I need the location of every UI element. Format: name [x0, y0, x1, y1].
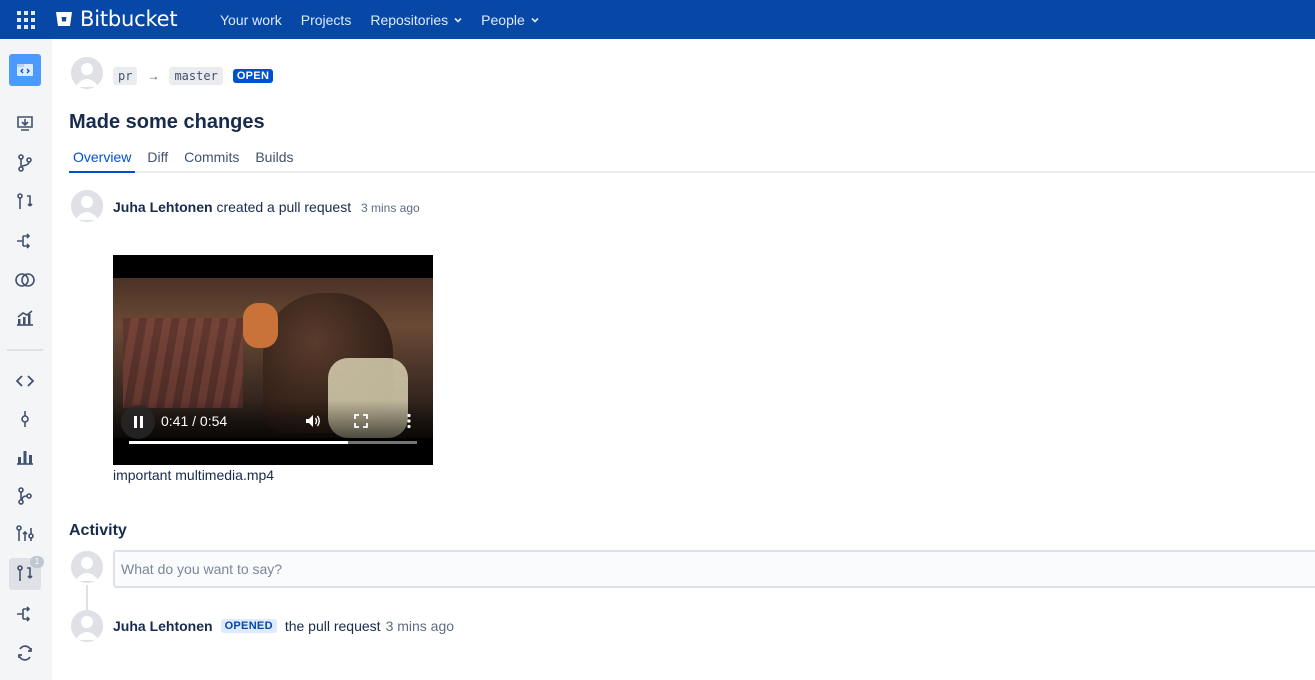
default-avatar-icon	[71, 610, 103, 642]
sidebar-item-commits[interactable]	[9, 403, 41, 435]
sidebar-item-pipelines-secondary[interactable]	[9, 598, 41, 630]
opened-badge: OPENED	[220, 619, 277, 633]
pause-button[interactable]	[121, 405, 155, 439]
chevron-down-icon	[531, 17, 539, 23]
pr-state-badge: OPEN	[232, 69, 274, 83]
clone-icon	[17, 116, 33, 131]
sidebar-item-branches[interactable]	[9, 147, 41, 179]
author-avatar[interactable]	[71, 57, 103, 89]
branch-row: pr → master OPEN	[113, 67, 274, 85]
commits-icon	[21, 411, 29, 427]
brand-logo-link[interactable]: Bitbucket	[55, 7, 178, 31]
opener-avatar[interactable]	[71, 610, 103, 642]
volume-icon[interactable]	[304, 412, 322, 430]
forks-icon	[16, 525, 34, 541]
app-switcher-icon[interactable]	[17, 11, 35, 29]
bitbucket-logo-icon	[56, 12, 72, 26]
opener-name[interactable]: Juha Lehtonen	[113, 618, 213, 634]
target-branch[interactable]: master	[169, 67, 223, 85]
source-branch[interactable]: pr	[113, 67, 138, 85]
attachment-filename[interactable]: important multimedia.mp4	[113, 467, 274, 483]
nav-your-work-label: Your work	[220, 11, 282, 28]
compare-icon	[15, 273, 35, 287]
brand-name: Bitbucket	[80, 7, 178, 31]
current-user-avatar	[71, 551, 103, 583]
comment-input[interactable]	[113, 550, 1315, 588]
sidebar-divider	[7, 349, 43, 351]
created-time: 3 mins ago	[360, 201, 420, 215]
repository-icon	[17, 64, 33, 76]
created-event: Juha Lehtonen created a pull request 3 m…	[113, 199, 420, 215]
sidebar-item-pull-requests-active[interactable]: 1	[9, 556, 44, 590]
sidebar-item-insights[interactable]	[9, 302, 41, 334]
sync-icon	[18, 645, 32, 661]
source-icon	[15, 375, 35, 387]
primary-nav: Your work Projects Repositories People	[220, 0, 558, 39]
nav-people-label: People	[481, 11, 525, 28]
sidebar-item-source[interactable]	[9, 365, 41, 397]
pr-tabs: Overview Diff Commits Builds	[69, 149, 1315, 173]
pipelines-secondary-icon	[17, 606, 31, 622]
activity-thread-line	[86, 585, 88, 611]
nav-projects-label: Projects	[300, 11, 352, 28]
tab-diff[interactable]: Diff	[143, 149, 172, 171]
branches-secondary-icon	[18, 487, 32, 505]
sidebar-item-pull-requests[interactable]	[9, 186, 41, 218]
sidebar-item-branches-secondary[interactable]	[9, 480, 41, 512]
nav-people[interactable]: People	[481, 12, 539, 28]
nav-repositories[interactable]: Repositories	[370, 12, 462, 28]
video-progress-fill	[129, 441, 348, 444]
video-time: 0:41 / 0:54	[161, 413, 228, 429]
tab-builds[interactable]: Builds	[251, 149, 297, 171]
video-controls: 0:41 / 0:54	[113, 400, 433, 465]
creator-name[interactable]: Juha Lehtonen	[113, 199, 213, 215]
repository-avatar[interactable]	[9, 54, 41, 86]
sidebar-item-forks[interactable]	[9, 518, 41, 550]
chevron-down-icon	[454, 17, 462, 23]
tab-overview[interactable]: Overview	[69, 149, 136, 173]
activity-heading: Activity	[69, 522, 127, 539]
sidebar: 1	[0, 39, 52, 680]
main-content: pr → master OPEN Made some changes Overv…	[52, 39, 1315, 680]
sidebar-item-clone[interactable]	[9, 108, 41, 140]
sidebar-item-sync[interactable]	[9, 637, 41, 669]
tab-commits[interactable]: Commits	[180, 149, 243, 171]
default-avatar-icon	[71, 551, 103, 583]
creator-avatar[interactable]	[71, 190, 103, 222]
created-action: created a pull request	[216, 199, 352, 215]
branches-icon	[18, 154, 32, 172]
sidebar-item-compare[interactable]	[9, 264, 41, 296]
more-options-icon[interactable]	[400, 412, 418, 430]
video-progress-bar[interactable]	[129, 441, 417, 444]
opened-event: Juha Lehtonen OPENED the pull request 3 …	[113, 618, 454, 634]
sidebar-item-pipelines[interactable]	[9, 225, 41, 257]
branch-arrow: →	[147, 69, 160, 83]
fullscreen-icon[interactable]	[352, 412, 370, 430]
sidebar-item-reports[interactable]	[9, 441, 41, 473]
pull-requests-count-badge: 1	[30, 556, 44, 568]
video-player[interactable]: 0:41 / 0:54	[113, 255, 433, 465]
nav-repositories-label: Repositories	[370, 11, 449, 28]
pipelines-icon	[17, 233, 31, 249]
reports-icon	[17, 451, 33, 465]
default-avatar-icon	[71, 190, 103, 222]
opened-time: 3 mins ago	[385, 618, 455, 634]
insights-icon	[17, 310, 33, 326]
nav-your-work[interactable]: Your work	[220, 12, 282, 28]
nav-projects[interactable]: Projects	[301, 12, 352, 28]
top-navigation-bar: Bitbucket Your work Projects Repositorie…	[0, 0, 1315, 39]
opened-action: the pull request	[284, 618, 381, 634]
page-title: Made some changes	[69, 111, 265, 133]
default-avatar-icon	[71, 57, 103, 89]
pull-requests-icon	[17, 193, 33, 209]
